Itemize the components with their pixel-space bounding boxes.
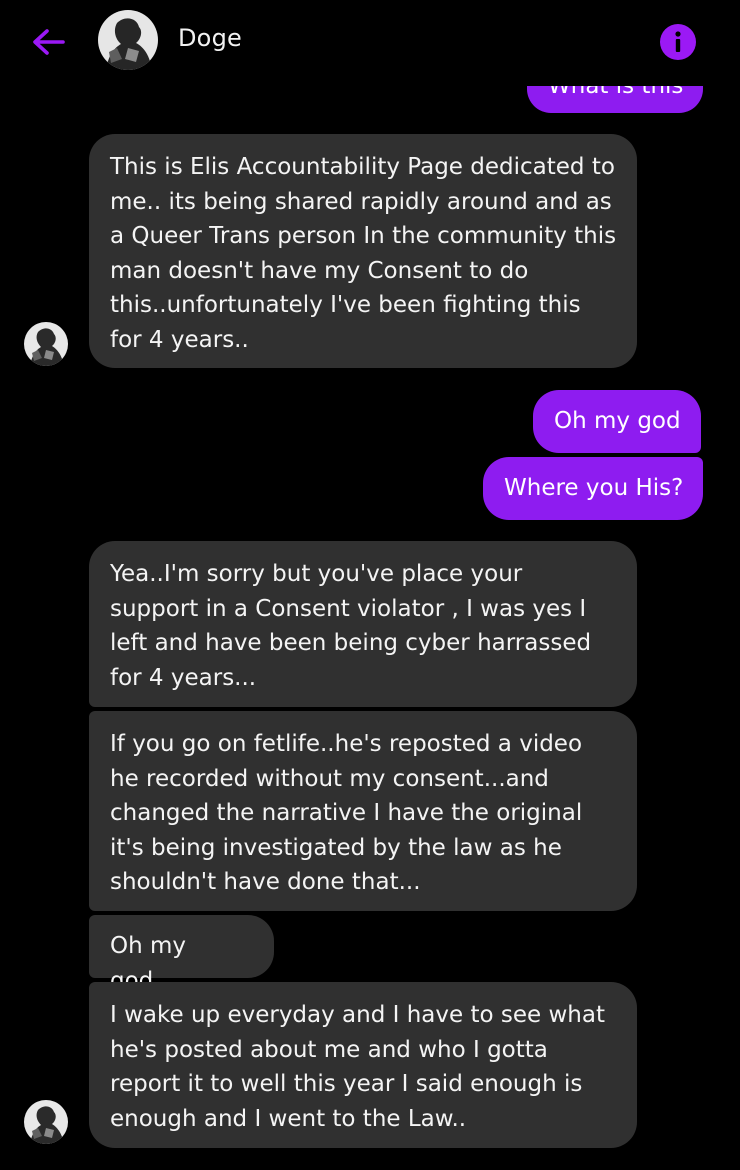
back-button[interactable]: [28, 22, 68, 62]
arrow-left-icon: [33, 29, 65, 55]
message-bubble-sent[interactable]: Oh my god: [533, 390, 701, 453]
sender-avatar: [24, 322, 68, 366]
message-bubble-received[interactable]: If you go on fetlife..he's reposted a vi…: [89, 711, 637, 911]
chat-header: Doge: [0, 0, 740, 86]
contact-avatar[interactable]: [98, 10, 158, 70]
message-bubble-sent[interactable]: Where you His?: [483, 457, 704, 520]
info-icon: [675, 31, 681, 52]
message-bubble-received[interactable]: I wake up everyday and I have to see wha…: [89, 982, 637, 1148]
message-bubble-received[interactable]: Oh my god...: [89, 915, 274, 994]
message-list[interactable]: What is this This is Elis Accountability…: [0, 0, 740, 1170]
contact-name[interactable]: Doge: [178, 24, 242, 52]
message-bubble-received[interactable]: This is Elis Accountability Page dedicat…: [89, 134, 637, 368]
info-button[interactable]: [660, 24, 696, 60]
sender-avatar: [24, 1100, 68, 1144]
message-bubble-received[interactable]: Yea..I'm sorry but you've place your sup…: [89, 541, 637, 707]
